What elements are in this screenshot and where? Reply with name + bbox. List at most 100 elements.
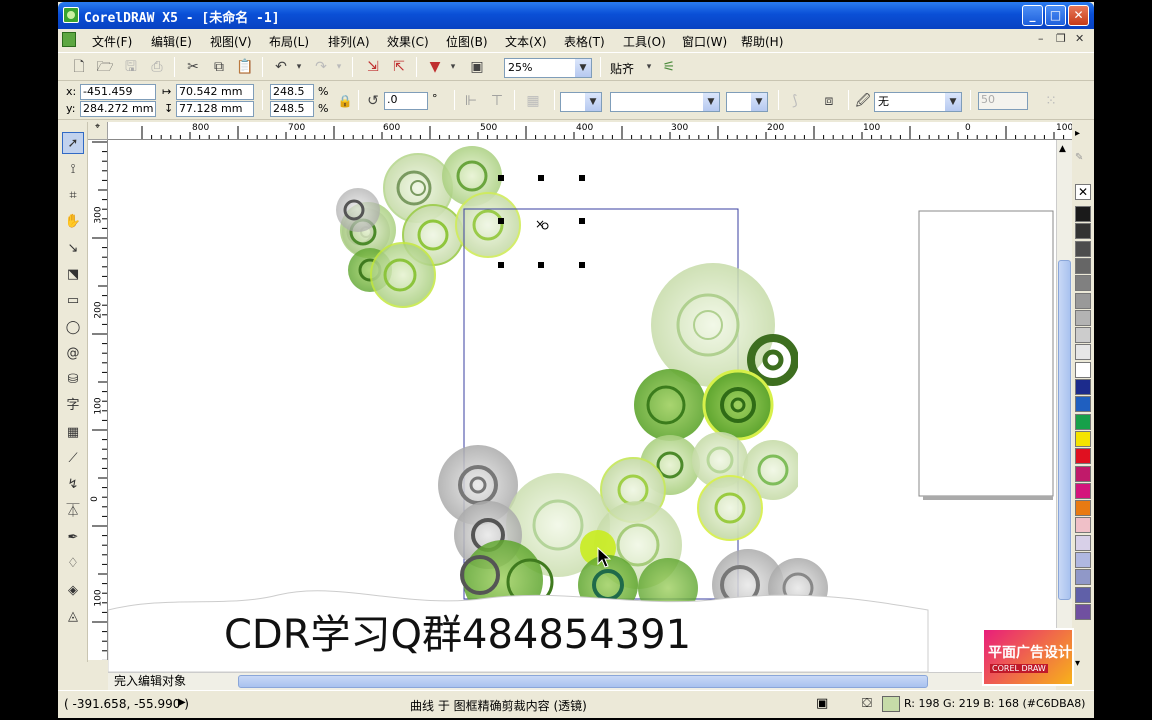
width-field[interactable]: 70.542 mm xyxy=(176,84,254,100)
welcome-screen-icon[interactable]: ▣ xyxy=(468,58,486,76)
vertical-ruler[interactable]: 300 200 100 0 100 xyxy=(88,140,108,660)
chevron-down-icon[interactable]: ▼ xyxy=(703,93,719,111)
vertical-scrollbar-thumb[interactable] xyxy=(1058,260,1071,600)
y-position-field[interactable]: 284.272 mm xyxy=(80,101,156,117)
pick-tool-icon[interactable]: ➚ xyxy=(62,132,84,154)
nodes-icon[interactable]: ⁙ xyxy=(1042,92,1060,110)
palette-swatch[interactable] xyxy=(1075,275,1091,292)
title-bar[interactable]: CorelDRAW X5 - [未命名 -1] _ □ ✕ xyxy=(58,2,1094,29)
menu-file[interactable]: 文件(F) xyxy=(92,33,132,50)
freehand-tool-icon[interactable]: ↘ xyxy=(62,238,84,260)
drawing-canvas[interactable]: × xyxy=(108,140,1056,672)
close-curve-icon[interactable]: ⟆ xyxy=(786,92,804,110)
menu-tools[interactable]: 工具(O) xyxy=(623,33,666,50)
spiral-cluster-right[interactable] xyxy=(600,263,868,541)
mirror-vertical-icon[interactable]: ⊤ xyxy=(488,92,506,110)
maximize-button[interactable]: □ xyxy=(1045,5,1066,26)
start-arrow-select[interactable]: ▼ xyxy=(560,92,602,112)
scroll-up-icon[interactable]: ▲ xyxy=(1059,144,1066,154)
connector-tool-icon[interactable]: ↯ xyxy=(62,474,84,496)
menu-view[interactable]: 视图(V) xyxy=(210,33,252,50)
palette-swatch[interactable] xyxy=(1075,223,1091,240)
palette-swatch[interactable] xyxy=(1075,586,1091,603)
vertical-scrollbar[interactable]: ▲ xyxy=(1056,140,1072,660)
basic-shapes-icon[interactable]: ⛁ xyxy=(62,369,84,391)
chevron-down-icon[interactable]: ▼ xyxy=(585,93,601,111)
palette-scroll-down-icon[interactable]: ▾ xyxy=(1075,658,1080,669)
redo-dropdown-icon[interactable]: ▾ xyxy=(330,58,348,76)
export-icon[interactable]: ⇱ xyxy=(390,58,408,76)
end-arrow-select[interactable]: ▼ xyxy=(726,92,768,112)
horizontal-scrollbar-thumb[interactable] xyxy=(238,675,928,688)
undo-icon[interactable]: ↶ xyxy=(272,58,290,76)
status-arrow-icon[interactable]: ▶ xyxy=(178,697,186,708)
menu-bitmaps[interactable]: 位图(B) xyxy=(446,33,488,50)
menu-effects[interactable]: 效果(C) xyxy=(387,33,429,50)
palette-swatch[interactable] xyxy=(1075,569,1091,586)
chevron-down-icon[interactable]: ▼ xyxy=(751,93,767,111)
menu-edit[interactable]: 编辑(E) xyxy=(151,33,192,50)
palette-swatch[interactable] xyxy=(1075,327,1091,344)
palette-swatch[interactable] xyxy=(1075,430,1091,447)
palette-eyedropper-icon[interactable]: ✎ xyxy=(1075,152,1083,163)
blend-tool-icon[interactable]: ⏄ xyxy=(62,501,84,523)
palette-swatch[interactable] xyxy=(1075,309,1091,326)
palette-swatch[interactable] xyxy=(1075,292,1091,309)
redo-icon[interactable]: ↷ xyxy=(312,58,330,76)
palette-swatch[interactable] xyxy=(1075,482,1091,499)
artwork[interactable]: × xyxy=(108,140,1056,672)
line-style-select[interactable]: ▼ xyxy=(610,92,720,112)
palette-swatch[interactable] xyxy=(1075,500,1091,517)
fill-bucket-icon[interactable]: ⛋ xyxy=(862,696,872,711)
ruler-origin-icon[interactable]: ⌖ xyxy=(88,122,108,140)
palette-swatch[interactable] xyxy=(1075,396,1091,413)
page-tab[interactable]: 完入编辑对象 xyxy=(114,672,186,689)
chevron-down-icon[interactable]: ▼ xyxy=(575,59,591,77)
print-icon[interactable]: ⎙ xyxy=(148,58,166,76)
open-icon[interactable]: 🗁 xyxy=(96,58,114,76)
interactive-fill-icon[interactable]: ◬ xyxy=(62,606,84,628)
palette-swatch[interactable] xyxy=(1075,413,1091,430)
palette-scroll-up-icon[interactable]: ▸ xyxy=(1075,128,1080,139)
copy-icon[interactable]: ⧉ xyxy=(210,58,228,76)
eyedropper-tool-icon[interactable]: ✒ xyxy=(62,527,84,549)
launcher-dropdown-icon[interactable]: ▾ xyxy=(444,58,462,76)
palette-swatch[interactable] xyxy=(1075,517,1091,534)
outline-width-select[interactable]: 无 ▼ xyxy=(874,92,962,112)
palette-swatch[interactable] xyxy=(1075,344,1091,361)
wrap-text-icon[interactable]: ▦ xyxy=(524,92,542,110)
palette-swatch[interactable] xyxy=(1075,240,1091,257)
fill-color-swatch[interactable] xyxy=(882,696,900,712)
palette-swatch[interactable] xyxy=(1075,552,1091,568)
doc-restore-icon[interactable]: ❐ xyxy=(1056,32,1066,45)
outline-pen-icon[interactable]: 🖉 xyxy=(854,92,872,110)
rotation-angle-field[interactable]: .0 xyxy=(384,92,428,110)
palette-swatch[interactable] xyxy=(1075,361,1091,378)
menu-text[interactable]: 文本(X) xyxy=(505,33,547,50)
rotate-icon[interactable]: ↺ xyxy=(364,92,382,110)
menu-table[interactable]: 表格(T) xyxy=(564,33,605,50)
x-position-field[interactable]: -451.459 mm xyxy=(80,84,156,112)
import-icon[interactable]: ⇲ xyxy=(364,58,382,76)
dimension-tool-icon[interactable]: ⟋ xyxy=(62,448,84,470)
text-tool-icon[interactable]: 字 xyxy=(62,395,84,417)
doc-minimize-icon[interactable]: – xyxy=(1038,32,1044,45)
options-icon[interactable]: ⚟ xyxy=(660,58,678,76)
palette-swatch[interactable] xyxy=(1075,206,1091,222)
save-icon[interactable]: 🖫 xyxy=(122,58,140,76)
fill-status-icon[interactable]: ▣ xyxy=(816,696,828,711)
pan-tool-icon[interactable]: ✋ xyxy=(62,211,84,233)
mirror-horizontal-icon[interactable]: ⊩ xyxy=(462,92,480,110)
palette-swatch[interactable] xyxy=(1075,534,1091,551)
shape-tool-icon[interactable]: ⟟ xyxy=(62,159,84,181)
palette-swatch[interactable] xyxy=(1075,448,1091,465)
menu-arrange[interactable]: 排列(A) xyxy=(328,33,370,50)
horizontal-scrollbar[interactable] xyxy=(108,672,1056,690)
application-launcher-icon[interactable]: ▼ xyxy=(426,58,444,76)
snap-dropdown-icon[interactable]: ▾ xyxy=(640,58,658,76)
chevron-down-icon[interactable]: ▼ xyxy=(945,93,961,111)
lock-ratio-icon[interactable]: 🔒 xyxy=(336,92,354,110)
close-button[interactable]: ✕ xyxy=(1068,5,1089,26)
document-icon[interactable] xyxy=(62,32,76,47)
new-icon[interactable]: 🗋 xyxy=(70,58,88,76)
